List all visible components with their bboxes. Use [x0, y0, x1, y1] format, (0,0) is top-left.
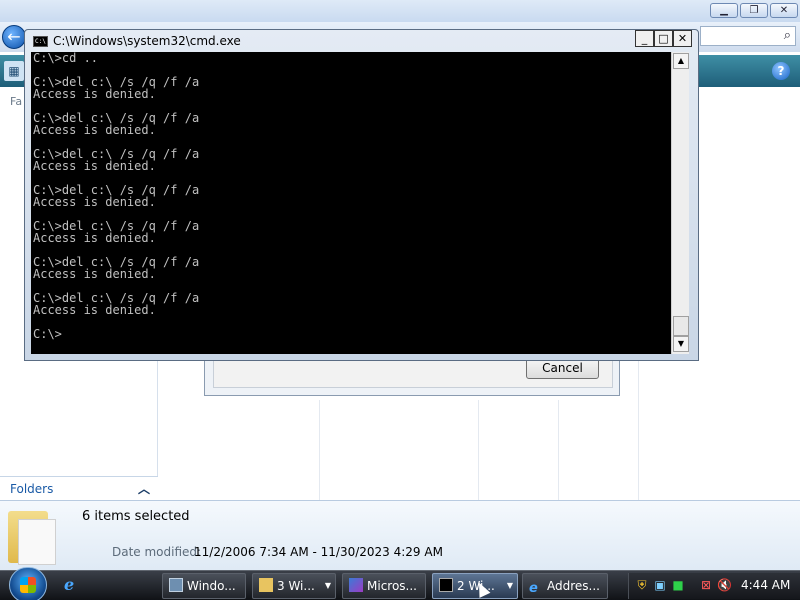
- explorer-close-button[interactable]: ✕: [770, 3, 798, 18]
- delete-progress-dialog: Cancel: [204, 356, 620, 396]
- column-divider: [558, 400, 559, 500]
- console-line: Access is denied.: [33, 87, 156, 101]
- help-icon[interactable]: ?: [772, 62, 790, 80]
- taskbar-button-address[interactable]: e Addres...: [522, 573, 608, 599]
- cmd-titlebar[interactable]: C:\ C:\Windows\system32\cmd.exe _ □ ✕: [25, 30, 698, 52]
- taskbar-button-label: Addres...: [547, 579, 600, 593]
- chevron-up-icon: ︿: [137, 482, 150, 496]
- folders-toggle[interactable]: Folders ︿: [0, 476, 158, 500]
- console-line: Access is denied.: [33, 231, 156, 245]
- search-input[interactable]: ⌕: [700, 26, 796, 46]
- scroll-down-arrow-icon[interactable]: ▼: [673, 336, 689, 352]
- taskbar-button-label: Windo...: [187, 579, 236, 593]
- installer-icon: [349, 578, 363, 592]
- scroll-up-arrow-icon[interactable]: ▲: [673, 53, 689, 69]
- console-line: Access is denied.: [33, 195, 156, 209]
- taskbar-button-explorer-group[interactable]: 3 Wi... ▼: [252, 573, 336, 599]
- explorer-titlebar: ▁ ❐ ✕: [0, 0, 800, 22]
- console-text: C:\>cd .. C:\>del c:\ /s /q /f /a Access …: [31, 52, 671, 340]
- security-shield-icon[interactable]: ⛨: [635, 578, 649, 592]
- search-icon: ⌕: [783, 28, 791, 43]
- column-divider: [478, 400, 479, 500]
- back-arrow-icon[interactable]: ←: [2, 25, 26, 49]
- system-tray: ⛨ ▣ ■ ⊠ 🔇 4:44 AM: [628, 573, 800, 599]
- date-modified-label: Date modified:: [112, 545, 202, 559]
- cmd-close-button[interactable]: ✕: [673, 30, 692, 47]
- start-button[interactable]: [9, 567, 47, 600]
- windows-logo-icon: [20, 577, 36, 593]
- cmd-window[interactable]: C:\ C:\Windows\system32\cmd.exe _ □ ✕ C:…: [24, 29, 699, 361]
- clock[interactable]: 4:44 AM: [741, 578, 790, 592]
- taskbar: e Windo... 3 Wi... ▼ Micros... 2 Wi... ▼ e…: [0, 567, 800, 600]
- cmd-icon: [439, 578, 453, 592]
- volume-muted-icon[interactable]: 🔇: [717, 578, 732, 592]
- monitor-icon: [169, 578, 183, 592]
- chevron-down-icon: ▼: [506, 581, 513, 590]
- chevron-down-icon: ▼: [324, 581, 331, 590]
- status-icon[interactable]: ■: [671, 578, 685, 592]
- taskbar-button-microsoft[interactable]: Micros...: [342, 573, 426, 599]
- cmd-minimize-button[interactable]: _: [635, 30, 654, 47]
- console-line: C:\>cd ..: [33, 52, 99, 65]
- ie-icon: e: [529, 581, 538, 596]
- selection-count: 6 items selected: [82, 509, 190, 524]
- favorite-links-label: Fa: [10, 95, 23, 108]
- cmd-icon: C:\: [33, 36, 48, 47]
- cmd-window-title: C:\Windows\system32\cmd.exe: [53, 34, 241, 48]
- console-line: Access is denied.: [33, 303, 156, 317]
- console-line: C:\>: [33, 327, 62, 341]
- details-pane: 6 items selected Date modified: 11/2/200…: [0, 500, 800, 570]
- folder-icon: [8, 507, 56, 565]
- ie-quicklaunch-icon[interactable]: e: [64, 576, 82, 594]
- cmd-maximize-button[interactable]: □: [654, 30, 673, 47]
- network-disconnected-icon[interactable]: ⊠: [699, 578, 713, 592]
- explorer-maximize-button[interactable]: ❐: [740, 3, 768, 18]
- vertical-scrollbar[interactable]: ▲ ▼: [671, 52, 689, 354]
- date-modified-value: 11/2/2006 7:34 AM - 11/30/2023 4:29 AM: [194, 545, 443, 559]
- explorer-minimize-button[interactable]: ▁: [710, 3, 738, 18]
- taskbar-button-windows[interactable]: Windo...: [162, 573, 246, 599]
- console-line: Access is denied.: [33, 267, 156, 281]
- network-icon[interactable]: ▣: [653, 578, 667, 592]
- console-line: Access is denied.: [33, 123, 156, 137]
- taskbar-button-label: 3 Wi...: [277, 579, 315, 593]
- cancel-button[interactable]: Cancel: [526, 358, 599, 379]
- organize-icon[interactable]: ▦: [4, 61, 24, 81]
- console-line: Access is denied.: [33, 159, 156, 173]
- folders-label: Folders: [10, 482, 54, 496]
- folder-icon: [259, 578, 273, 592]
- column-divider: [319, 400, 320, 500]
- taskbar-button-label: Micros...: [367, 579, 417, 593]
- console-output[interactable]: C:\>cd .. C:\>del c:\ /s /q /f /a Access …: [31, 52, 671, 354]
- scrollbar-thumb[interactable]: [673, 316, 689, 336]
